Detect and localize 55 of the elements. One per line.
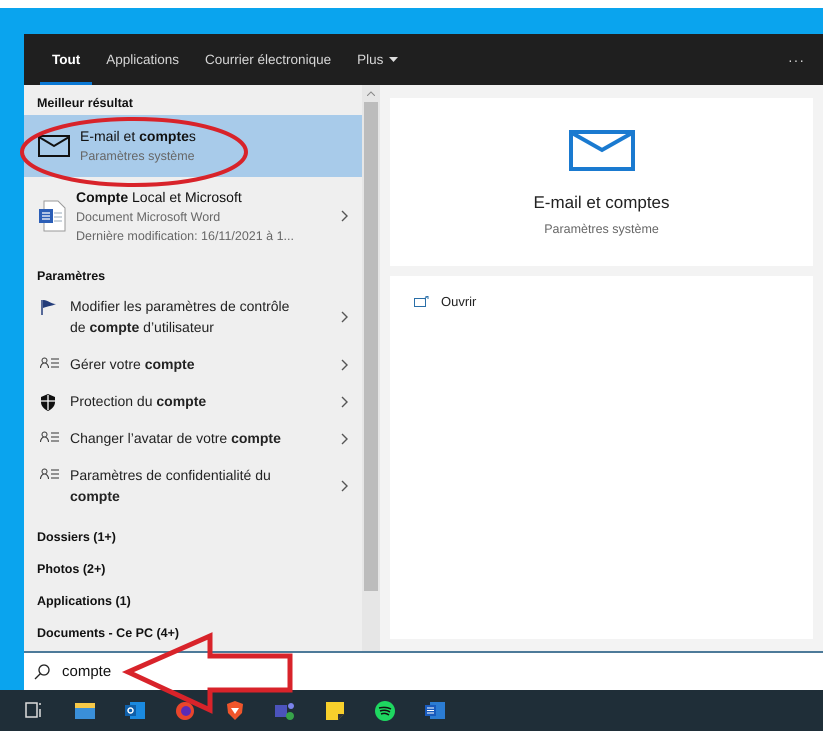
- open-window-icon: [414, 296, 429, 307]
- category-link[interactable]: Applications (1): [24, 585, 362, 617]
- mail-app-icon: [124, 700, 146, 722]
- settings-item[interactable]: Modifier les paramètres de contrôle de compte d’utilisateur: [24, 288, 362, 346]
- result-subtitle: Paramètres système: [80, 149, 196, 163]
- section-heading: Paramètres: [36, 268, 106, 285]
- result-title: E-mail et comptes: [80, 128, 197, 144]
- category-link[interactable]: Photos (2+): [24, 553, 362, 585]
- person-list-icon: [40, 431, 60, 443]
- settings-item[interactable]: Protection du compte: [24, 383, 362, 420]
- person-list-icon: [40, 468, 60, 480]
- settings-label: Paramètres de confidentialité du compte: [70, 466, 272, 506]
- chevron-right-icon: [340, 480, 348, 492]
- music-app-icon: [374, 700, 396, 722]
- category-link[interactable]: Documents - Ce PC (4+): [24, 617, 362, 649]
- settings-item[interactable]: Gérer votre compte: [24, 346, 362, 383]
- category-link[interactable]: Dossiers (1+): [24, 521, 362, 553]
- chevron-right-icon: [340, 311, 348, 323]
- envelope-icon: [568, 130, 634, 171]
- open-button[interactable]: Ouvrir: [414, 294, 476, 309]
- tab[interactable]: Applications: [94, 34, 192, 85]
- tab[interactable]: Plus: [345, 34, 410, 85]
- flag-icon: [40, 299, 58, 315]
- chevron-right-icon: [340, 432, 348, 444]
- shield-icon: [40, 394, 56, 411]
- word-document-icon: [38, 200, 66, 232]
- settings-item[interactable]: Changer l’avatar de votre compte: [24, 420, 362, 457]
- person-list-icon: [40, 357, 60, 369]
- settings-label: Changer l’avatar de votre compte: [70, 429, 282, 448]
- envelope-icon: [38, 134, 70, 156]
- result-item[interactable]: E-mail et comptes Paramètres système: [24, 115, 362, 177]
- scroll-up-icon: [367, 91, 375, 96]
- result-subtitle: Document Microsoft Word: [76, 210, 222, 224]
- chevron-right-icon: [340, 396, 348, 408]
- chevron-right-icon: [340, 358, 348, 370]
- scrollbar[interactable]: [362, 85, 380, 651]
- browser-icon: [174, 700, 196, 722]
- search-input[interactable]: compte: [60, 662, 823, 681]
- result-item[interactable]: Compte Local et Microsoft Document Microsoft Word Dernière modification: 16/11/2021 à 1...: [24, 177, 362, 253]
- lion-shield-icon: [224, 700, 246, 722]
- preview-subtitle: Paramètres système: [544, 222, 659, 236]
- search-field[interactable]: compte: [24, 651, 823, 690]
- preview-title: E-mail et comptes: [533, 193, 670, 213]
- settings-label: Gérer votre compte: [70, 355, 196, 374]
- sticky-note-icon: [324, 700, 346, 722]
- settings-label: Protection du compte: [70, 392, 208, 411]
- result-detail: Dernière modification: 16/11/2021 à 1...: [76, 229, 295, 243]
- settings-item[interactable]: Paramètres de confidentialité du compte: [24, 457, 362, 515]
- more-button[interactable]: ···: [782, 34, 811, 85]
- search-icon: [34, 664, 50, 680]
- word-app-icon: [424, 700, 446, 722]
- settings-label: Modifier les paramètres de contrôle de compte d’utilisateur: [70, 297, 290, 337]
- result-title: Compte Local et Microsoft: [76, 189, 243, 205]
- section-heading: Meilleur résultat: [36, 95, 134, 112]
- tab[interactable]: Courrier électronique: [193, 34, 344, 85]
